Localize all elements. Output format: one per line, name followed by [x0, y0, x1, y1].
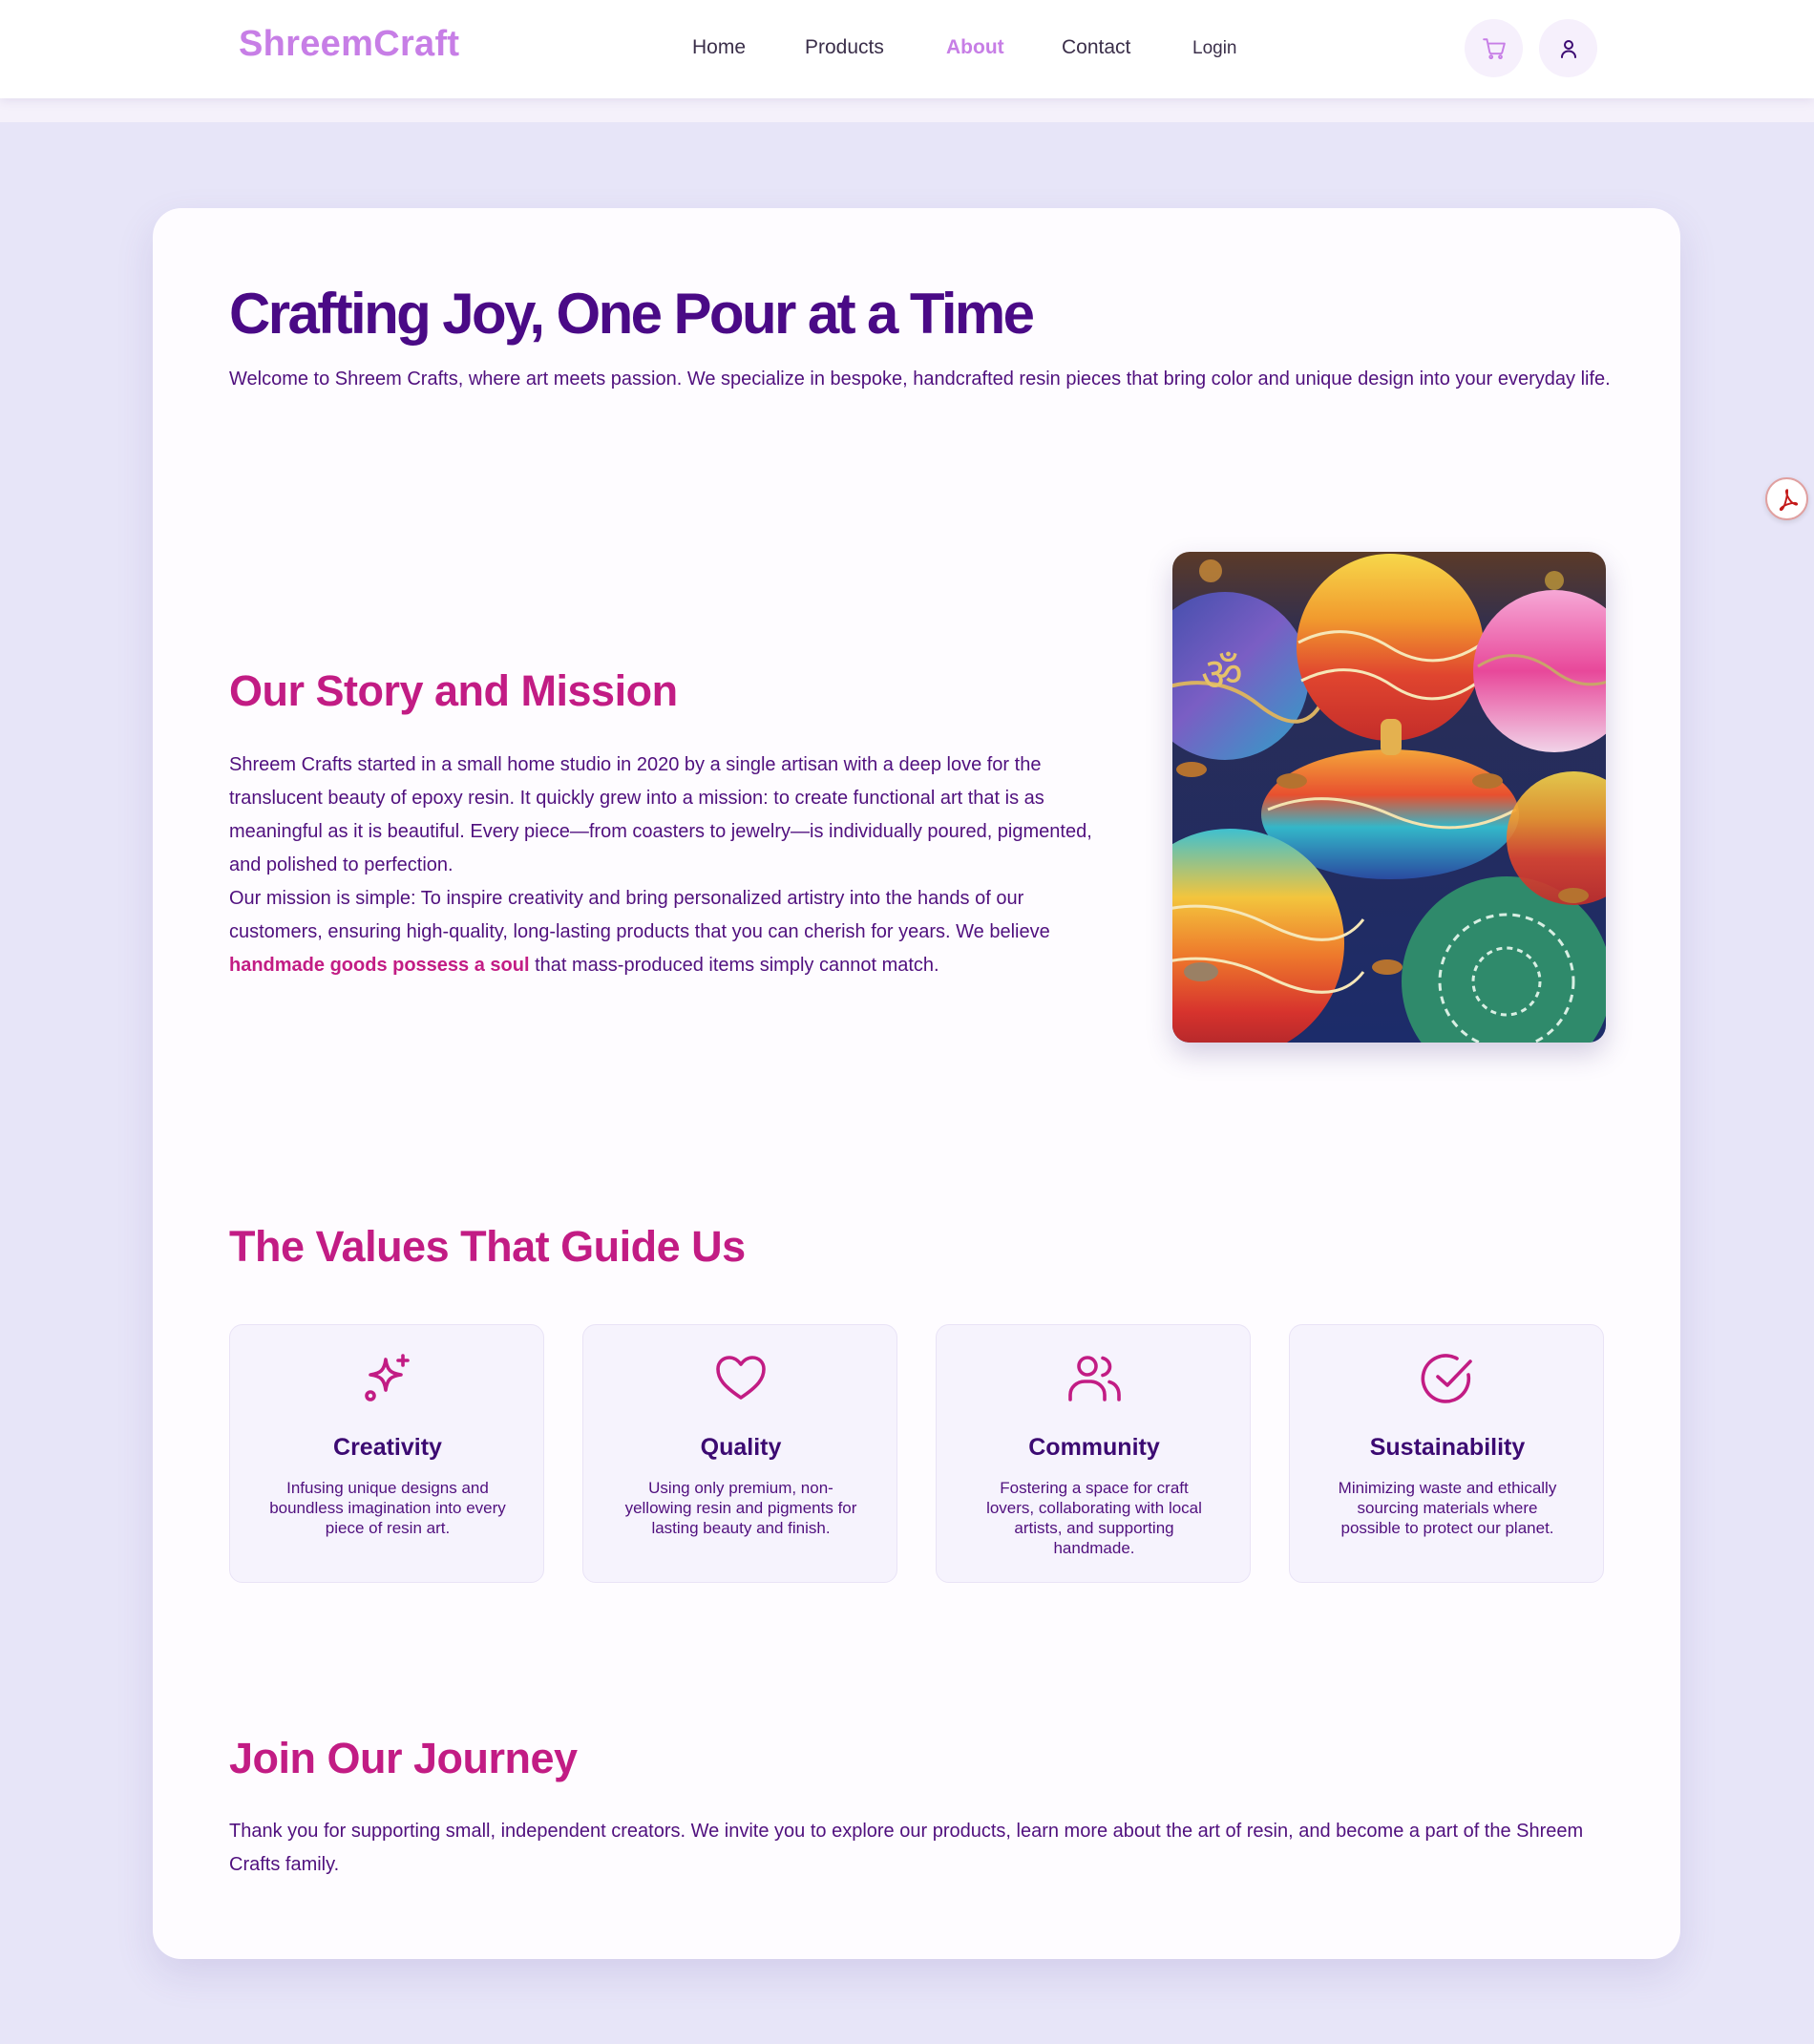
values-heading: The Values That Guide Us [229, 1222, 746, 1271]
journey-text: Thank you for supporting small, independ… [229, 1821, 1584, 1875]
sparkles-icon [365, 1354, 410, 1401]
story-paragraph-1: Shreem Crafts started in a small home st… [229, 754, 1092, 875]
nav-contact[interactable]: Contact [1062, 36, 1130, 59]
page-title: Crafting Joy, One Pour at a Time [229, 282, 1035, 346]
value-title: Sustainability [1369, 1434, 1526, 1461]
account-button[interactable] [1539, 19, 1597, 77]
nav-home[interactable]: Home [692, 36, 746, 59]
value-card-sustainability: Sustainability Minimizing waste and ethi… [1289, 1324, 1604, 1583]
value-description: Using only premium, non-yellowing resin … [624, 1479, 857, 1537]
story-body: Shreem Crafts started in a small home st… [229, 748, 1100, 982]
value-title: Quality [700, 1434, 782, 1461]
value-card-community: Community Fostering a space for craft lo… [936, 1324, 1251, 1583]
journey-heading: Join Our Journey [229, 1734, 578, 1782]
story-paragraph-2-start: Our mission is simple: To inspire creati… [229, 888, 1050, 942]
svg-text:ॐ: ॐ [1201, 648, 1243, 702]
value-title: Creativity [333, 1434, 442, 1461]
site-header: ShreemCraft Home Products About Contact … [0, 0, 1814, 98]
hero-subtitle: Welcome to Shreem Crafts, where art meet… [229, 369, 1611, 390]
story-heading: Our Story and Mission [229, 666, 678, 715]
story-paragraph-2-end: that mass-produced items simply cannot m… [529, 955, 939, 976]
about-card: Crafting Joy, One Pour at a Time Welcome… [153, 208, 1680, 1959]
value-card-creativity: Creativity Infusing unique designs and b… [229, 1324, 544, 1583]
value-description: Infusing unique designs and boundless im… [269, 1479, 506, 1537]
nav-products[interactable]: Products [805, 36, 884, 59]
cart-icon [1482, 37, 1506, 59]
value-title: Community [1028, 1434, 1160, 1461]
nav-login[interactable]: Login [1192, 38, 1237, 59]
pdf-icon [1779, 488, 1798, 511]
user-icon [1560, 39, 1576, 58]
heart-icon [716, 1356, 766, 1400]
value-card-quality: Quality Using only premium, non-yellowin… [582, 1324, 897, 1583]
value-description: Minimizing waste and ethically sourcing … [1338, 1479, 1557, 1537]
story-highlight: handmade goods possess a soul [229, 955, 530, 976]
users-icon [1068, 1356, 1121, 1401]
nav-about[interactable]: About [946, 36, 1004, 59]
header-divider-strip [0, 98, 1814, 122]
story-paragraph-2: Our mission is simple: To inspire creati… [229, 882, 1100, 982]
check-circle-icon [1421, 1354, 1472, 1403]
pdf-extension-button[interactable] [1765, 477, 1808, 520]
value-description: Fostering a space for craft lovers, coll… [986, 1479, 1202, 1557]
cart-button[interactable] [1465, 19, 1523, 77]
resin-art-image: ॐ [1172, 552, 1606, 1043]
